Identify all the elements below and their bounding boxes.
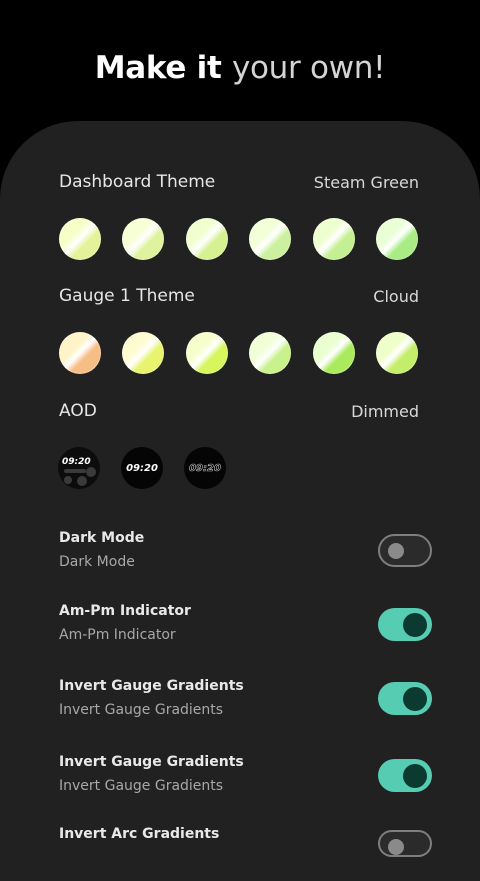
aod-time-label: 09:20: [189, 462, 221, 474]
aod-complication-bar: [64, 469, 86, 473]
switch-knob: [403, 612, 427, 637]
gauge1-theme-swatch-4[interactable]: [249, 332, 292, 374]
toggle-subtitle: Invert Gauge Gradients: [59, 778, 224, 794]
gauge1-theme-swatch-3[interactable]: [185, 332, 228, 374]
toggle-row-invert-gauge-2: Invert Gauge Gradients Invert Gauge Grad…: [59, 754, 433, 804]
aod-time-label: 09:20: [62, 457, 91, 467]
aod-row[interactable]: AOD Dimmed: [59, 401, 419, 421]
dashboard-theme-swatch-2[interactable]: [122, 218, 165, 260]
aod-time-label: 09:20: [126, 462, 158, 474]
dark-mode-switch[interactable]: [378, 534, 432, 567]
dashboard-theme-title: Dashboard Theme: [59, 172, 216, 192]
switch-knob: [388, 838, 404, 855]
aod-option-detailed[interactable]: 09:20: [58, 447, 100, 489]
toggle-title: Dark Mode: [59, 530, 145, 546]
gauge1-theme-swatch-5[interactable]: [312, 332, 355, 374]
aod-option-outline[interactable]: 09:20: [184, 447, 226, 489]
aod-options: 09:20 09:20 09:20: [58, 447, 226, 489]
invert-gauge-gradients-switch[interactable]: [378, 682, 432, 715]
toggle-subtitle: Dark Mode: [59, 554, 135, 570]
headline-main: Make it: [94, 50, 222, 86]
toggle-row-invert-gauge-1: Invert Gauge Gradients Invert Gauge Grad…: [59, 678, 433, 728]
gauge1-theme-swatch-2[interactable]: [122, 332, 165, 374]
invert-gauge-gradients-switch-2[interactable]: [378, 759, 432, 792]
aod-value: Dimmed: [351, 401, 419, 421]
dashboard-theme-swatch-5[interactable]: [312, 218, 355, 260]
toggle-title: Invert Gauge Gradients: [59, 754, 244, 770]
dashboard-theme-swatch-6[interactable]: [375, 218, 418, 260]
gauge1-theme-swatch-1[interactable]: [59, 332, 101, 374]
dashboard-theme-swatch-4[interactable]: [249, 218, 292, 260]
aod-complication-dot: [64, 476, 72, 484]
toggle-title: Invert Arc Gradients: [59, 826, 220, 842]
gauge1-theme-row[interactable]: Gauge 1 Theme Cloud: [59, 286, 419, 306]
toggle-row-am-pm: Am-Pm Indicator Am-Pm Indicator: [59, 603, 433, 653]
gauge1-theme-swatches: [59, 332, 418, 374]
aod-complication-dot: [86, 467, 96, 477]
dashboard-theme-swatch-3[interactable]: [185, 218, 228, 260]
gauge1-theme-swatch-6[interactable]: [375, 332, 418, 374]
toggle-title: Invert Gauge Gradients: [59, 678, 244, 694]
aod-title: AOD: [59, 401, 97, 421]
dashboard-theme-value: Steam Green: [313, 172, 419, 192]
dashboard-theme-row[interactable]: Dashboard Theme Steam Green: [59, 172, 419, 192]
toggle-row-dark-mode: Dark Mode Dark Mode: [59, 530, 433, 580]
switch-knob: [403, 686, 427, 711]
toggle-row-invert-arc: Invert Arc Gradients: [59, 826, 433, 876]
dashboard-theme-swatch-1[interactable]: [59, 218, 101, 260]
switch-knob: [403, 763, 427, 788]
aod-option-dimmed[interactable]: 09:20: [121, 447, 163, 489]
gauge1-theme-title: Gauge 1 Theme: [59, 286, 195, 306]
gauge1-theme-value: Cloud: [373, 286, 419, 306]
aod-complication-dot: [77, 476, 87, 486]
toggle-subtitle: Am-Pm Indicator: [59, 627, 176, 643]
headline-accent: your own!: [231, 50, 386, 86]
switch-knob: [388, 542, 404, 559]
dashboard-theme-swatches: [59, 218, 418, 260]
toggle-title: Am-Pm Indicator: [59, 603, 191, 619]
toggle-subtitle: Invert Gauge Gradients: [59, 702, 224, 718]
headline: Make it your own!: [0, 50, 480, 86]
am-pm-switch[interactable]: [378, 608, 432, 641]
